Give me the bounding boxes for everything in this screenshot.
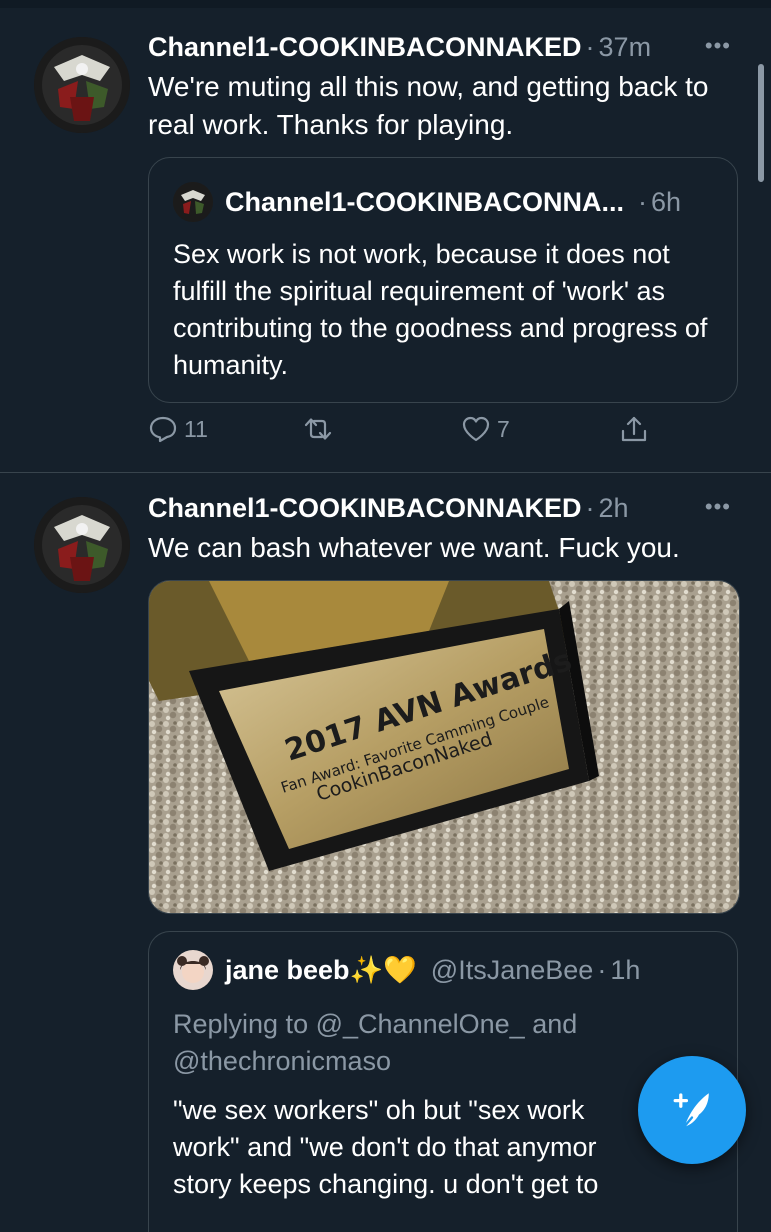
quoted-tweet[interactable]: Channel1-COOKINBACONNA... · 6h Sex work … xyxy=(148,157,738,403)
quote-author-name: jane beeb✨💛 xyxy=(225,955,417,985)
compose-tweet-button[interactable] xyxy=(638,1056,746,1164)
share-icon xyxy=(621,416,647,442)
quote-avatar xyxy=(173,950,213,990)
separator-dot: · xyxy=(638,186,648,217)
tweet-header: Channel1-COOKINBACONNAKED · 37m ••• xyxy=(148,27,731,67)
reply-icon xyxy=(149,416,177,443)
quote-timestamp: 1h xyxy=(610,954,641,985)
like-count: 7 xyxy=(497,415,510,442)
reply-context: Replying to @_ChannelOne_ and @thechroni… xyxy=(173,1006,713,1080)
avatar[interactable] xyxy=(34,497,130,593)
tweet-actions: 11 7 xyxy=(148,414,668,454)
separator-dot: · xyxy=(597,954,607,985)
quote-avatar xyxy=(173,182,213,222)
quote-author-name: Channel1-COOKINBACONNA... xyxy=(225,186,625,217)
quote-text: "we sex workers" oh but "sex work work" … xyxy=(173,1092,713,1203)
reply-count: 11 xyxy=(184,415,208,442)
separator-dot: · xyxy=(585,492,595,523)
tweet-text: We can bash whatever we want. Fuck you. xyxy=(148,532,680,563)
retweet-button[interactable] xyxy=(303,414,339,444)
award-photo: 2017 AVN Awards Fan Award: Favorite Camm… xyxy=(149,581,739,913)
like-button[interactable]: 7 xyxy=(461,414,510,444)
tweet-text: We're muting all this now, and getting b… xyxy=(148,71,709,140)
reply-button[interactable]: 11 xyxy=(148,414,208,444)
tweet[interactable]: Channel1-COOKINBACONNAKED · 37m ••• We'r… xyxy=(0,0,771,473)
quote-timestamp: 6h xyxy=(651,186,682,217)
retweet-icon xyxy=(304,418,332,440)
timestamp[interactable]: 37m xyxy=(599,32,652,63)
separator-dot: · xyxy=(585,31,595,62)
more-options-icon[interactable]: ••• xyxy=(705,494,731,520)
avatar-image xyxy=(34,37,130,133)
avatar[interactable] xyxy=(34,37,130,133)
compose-tweet-icon xyxy=(673,1093,709,1130)
tweet-image[interactable]: 2017 AVN Awards Fan Award: Favorite Camm… xyxy=(148,580,740,914)
reply-user[interactable]: @_ChannelOne_ xyxy=(316,1009,525,1039)
reply-user[interactable]: @thechronicmaso xyxy=(173,1046,391,1076)
quote-text-line: story keeps changing. u don't get to xyxy=(173,1169,599,1199)
share-button[interactable] xyxy=(619,414,649,444)
quote-handle: @ItsJaneBee xyxy=(430,954,594,985)
more-options-icon[interactable]: ••• xyxy=(705,33,731,59)
quote-header: jane beeb✨💛 @ItsJaneBee · 1h xyxy=(173,950,717,990)
heart-icon xyxy=(462,416,490,442)
reply-prefix: Replying to xyxy=(173,1009,309,1039)
timestamp[interactable]: 2h xyxy=(599,493,629,524)
reply-and: and xyxy=(532,1009,578,1039)
author-name[interactable]: Channel1-COOKINBACONNAKED xyxy=(148,493,582,524)
quote-text: Sex work is not work, because it does no… xyxy=(173,239,708,380)
quote-header: Channel1-COOKINBACONNA... · 6h xyxy=(173,182,717,222)
tweet-header: Channel1-COOKINBACONNAKED · 2h ••• xyxy=(148,488,731,528)
quote-text-line: work" and "we don't do that anymor xyxy=(173,1132,597,1162)
avatar-image xyxy=(34,497,130,593)
author-name[interactable]: Channel1-COOKINBACONNAKED xyxy=(148,32,582,63)
quote-text-line: "we sex workers" oh but "sex work xyxy=(173,1095,585,1125)
